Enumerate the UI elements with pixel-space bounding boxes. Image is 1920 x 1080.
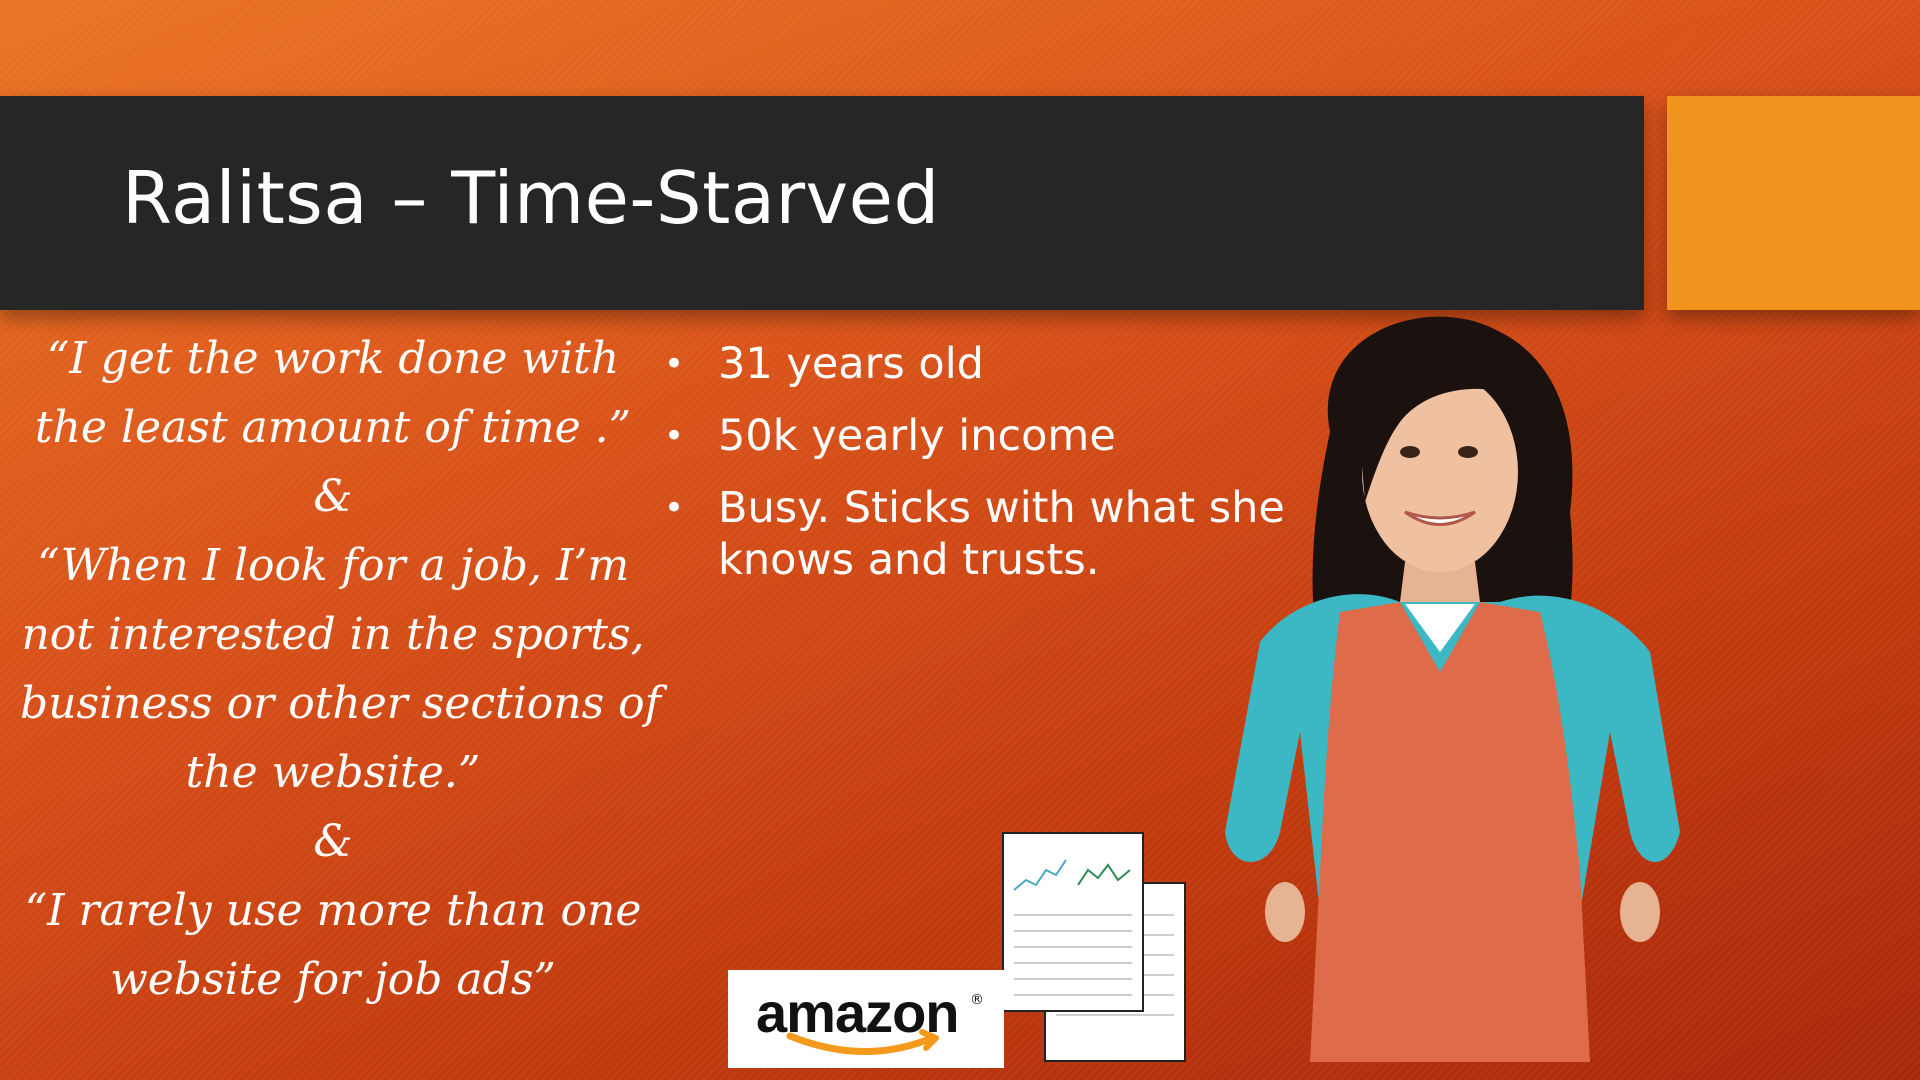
smile-arrow-icon: [786, 1029, 939, 1055]
quote-line: website for job ads”: [110, 954, 556, 1005]
slide-title: Ralitsa – Time-Starved: [122, 156, 940, 240]
logo-registered-mark: ®: [970, 992, 984, 1008]
quote-line: “When I look for a job, I’m: [36, 540, 630, 591]
bullet-icon: •: [664, 488, 685, 528]
woman-portrait-image: [1225, 316, 1680, 1062]
quote-line: not interested in the sports,: [21, 609, 645, 660]
newspaper-front-page: [1002, 832, 1144, 1012]
amazon-logo: amazon ®: [728, 970, 1004, 1068]
quote-line: “I get the work done with: [46, 333, 620, 384]
quote-separator: &: [313, 471, 353, 522]
persona-quote: “I get the work done with the least amou…: [20, 324, 661, 1014]
bullet-icon: •: [664, 416, 685, 456]
bullet-icon: •: [664, 344, 685, 384]
quote-separator: &: [313, 816, 353, 867]
accent-box: [1667, 96, 1920, 310]
quote-line: business or other sections of: [20, 678, 661, 729]
quote-line: the website.”: [185, 747, 481, 798]
quote-line: the least amount of time .”: [34, 402, 632, 453]
fact-text: 31 years old: [718, 339, 984, 389]
quote-line: “I rarely use more than one: [24, 885, 642, 936]
fact-text: 50k yearly income: [718, 411, 1116, 461]
mini-chart-icon: [1013, 859, 1131, 891]
